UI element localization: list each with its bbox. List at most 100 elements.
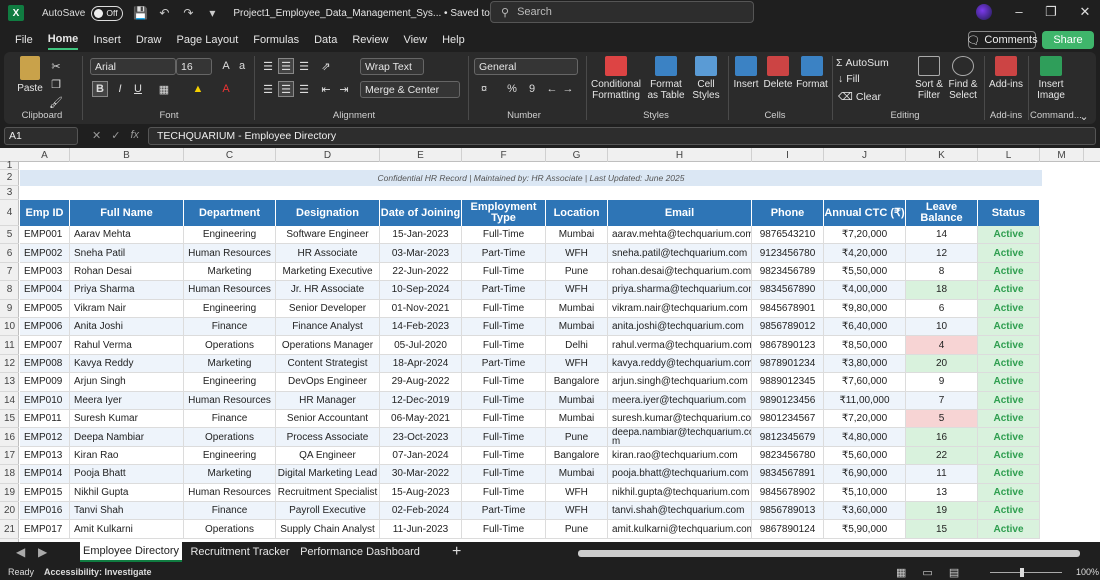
row-header[interactable]: 15	[0, 410, 19, 429]
column-title[interactable]: Annual CTC (₹)	[824, 200, 906, 226]
table-cell[interactable]: 9890123456	[752, 391, 824, 410]
table-cell[interactable]: Vikram Nair	[70, 299, 184, 318]
table-cell[interactable]: 12	[906, 244, 978, 263]
decrease-font-icon[interactable]: a	[234, 58, 250, 74]
table-cell[interactable]: 10	[906, 318, 978, 337]
table-cell[interactable]: Part-Time	[462, 244, 546, 263]
table-cell[interactable]: Human Resources	[184, 244, 276, 263]
conditional-formatting-button[interactable]: Conditional Formatting	[590, 56, 642, 101]
table-cell[interactable]: Marketing	[184, 354, 276, 374]
table-cell[interactable]: Marketing Executive	[276, 262, 380, 282]
cell-styles-button[interactable]: Cell Styles	[690, 56, 722, 101]
table-cell[interactable]: 9	[906, 373, 978, 392]
table-cell[interactable]: EMP007	[20, 336, 70, 355]
autosave-toggle[interactable]: Off	[91, 5, 124, 21]
decrease-indent-icon[interactable]: ⇤	[318, 81, 334, 97]
merge-center-button[interactable]: Merge & Center	[360, 81, 460, 98]
table-cell[interactable]: WFH	[546, 244, 608, 263]
table-cell[interactable]: EMP003	[20, 262, 70, 282]
row-header[interactable]: 12	[0, 355, 19, 374]
table-cell[interactable]: EMP010	[20, 391, 70, 410]
table-cell[interactable]: Arjun Singh	[70, 373, 184, 392]
table-cell[interactable]: Operations	[184, 520, 276, 539]
align-right-icon[interactable]: ☰	[296, 81, 312, 97]
table-cell[interactable]: Deepa Nambiar	[70, 428, 184, 447]
format-painter-icon[interactable]: 🖌	[48, 94, 64, 110]
column-title[interactable]: Full Name	[70, 200, 184, 226]
table-cell[interactable]: 9867890123	[752, 336, 824, 355]
table-cell[interactable]: Full-Time	[462, 373, 546, 392]
menu-review[interactable]: Review	[352, 31, 388, 49]
table-cell[interactable]: tanvi.shah@techquarium.com	[608, 502, 752, 521]
table-cell[interactable]: 9834567891	[752, 465, 824, 484]
menu-home[interactable]: Home	[47, 30, 79, 50]
column-header[interactable]: F	[462, 148, 546, 162]
table-cell[interactable]: ₹5,50,000	[824, 262, 906, 282]
table-cell[interactable]: Finance	[184, 318, 276, 337]
status-badge[interactable]: Active	[978, 410, 1040, 429]
table-cell[interactable]: 9812345679	[752, 428, 824, 447]
redo-icon[interactable]: ↷	[181, 6, 195, 20]
table-cell[interactable]: Full-Time	[462, 410, 546, 429]
menu-insert[interactable]: Insert	[93, 31, 121, 49]
menu-view[interactable]: View	[403, 31, 427, 49]
column-header[interactable]: L	[978, 148, 1040, 162]
table-cell[interactable]: rohan.desai@techquarium.com	[608, 262, 752, 282]
row-header[interactable]: 2	[0, 170, 19, 186]
table-cell[interactable]: Full-Time	[462, 483, 546, 502]
status-badge[interactable]: Active	[978, 446, 1040, 466]
table-cell[interactable]: Human Resources	[184, 281, 276, 300]
table-cell[interactable]: arjun.singh@techquarium.com	[608, 373, 752, 392]
table-cell[interactable]: Aarav Mehta	[70, 226, 184, 245]
table-cell[interactable]: amit.kulkarni@techquarium.com	[608, 520, 752, 539]
table-cell[interactable]: HR Manager	[276, 391, 380, 410]
row-header[interactable]: 7	[0, 263, 19, 282]
row-header[interactable]: 4	[0, 200, 19, 226]
font-size-select[interactable]: 16	[176, 58, 212, 75]
row-header[interactable]: 1	[0, 160, 19, 171]
column-title[interactable]: Employment Type	[462, 200, 546, 226]
table-cell[interactable]: 9856789013	[752, 502, 824, 521]
find-select-button[interactable]: Find & Select	[946, 56, 980, 101]
copy-icon[interactable]: ❐	[48, 76, 64, 92]
confidential-note[interactable]: Confidential HR Record | Maintained by: …	[20, 170, 1042, 186]
row-header[interactable]: 8	[0, 281, 19, 300]
table-cell[interactable]: 8	[906, 262, 978, 282]
table-cell[interactable]: Mumbai	[546, 318, 608, 337]
status-badge[interactable]: Active	[978, 299, 1040, 318]
status-badge[interactable]: Active	[978, 373, 1040, 392]
zoom-level[interactable]: 100%	[1076, 567, 1099, 577]
column-title[interactable]: Leave Balance	[906, 200, 978, 226]
table-cell[interactable]: 6	[906, 299, 978, 318]
name-box[interactable]: A1	[4, 127, 78, 145]
table-cell[interactable]: 11-Jun-2023	[380, 520, 462, 539]
table-cell[interactable]: 9123456780	[752, 244, 824, 263]
table-cell[interactable]: 02-Feb-2024	[380, 502, 462, 521]
table-cell[interactable]: 06-May-2021	[380, 410, 462, 429]
table-cell[interactable]: Full-Time	[462, 318, 546, 337]
table-cell[interactable]: kiran.rao@techquarium.com	[608, 446, 752, 466]
accessibility-status[interactable]: Accessibility: Investigate	[44, 567, 152, 577]
table-cell[interactable]: Human Resources	[184, 391, 276, 410]
status-badge[interactable]: Active	[978, 281, 1040, 300]
table-cell[interactable]: nikhil.gupta@techquarium.com	[608, 483, 752, 502]
table-cell[interactable]: Engineering	[184, 299, 276, 318]
table-cell[interactable]: Pune	[546, 262, 608, 282]
table-cell[interactable]: Marketing	[184, 262, 276, 282]
table-cell[interactable]: pooja.bhatt@techquarium.com	[608, 465, 752, 484]
table-cell[interactable]: 22-Jun-2022	[380, 262, 462, 282]
table-cell[interactable]: Bangalore	[546, 373, 608, 392]
table-cell[interactable]: 20	[906, 354, 978, 374]
table-cell[interactable]: ₹3,80,000	[824, 354, 906, 374]
table-cell[interactable]: WFH	[546, 281, 608, 300]
row-header[interactable]: 19	[0, 484, 19, 502]
formula-input[interactable]: TECHQUARIUM - Employee Directory	[148, 127, 1096, 145]
addins-button[interactable]: Add-ins	[988, 56, 1024, 90]
table-cell[interactable]: Mumbai	[546, 226, 608, 245]
row-header[interactable]: 11	[0, 336, 19, 355]
table-cell[interactable]: EMP012	[20, 428, 70, 447]
column-title[interactable]: Status	[978, 200, 1040, 226]
save-icon[interactable]: 💾	[133, 6, 148, 20]
column-header[interactable]: G	[546, 148, 608, 162]
document-title[interactable]: Project1_Employee_Data_Management_Sys...…	[233, 8, 524, 19]
